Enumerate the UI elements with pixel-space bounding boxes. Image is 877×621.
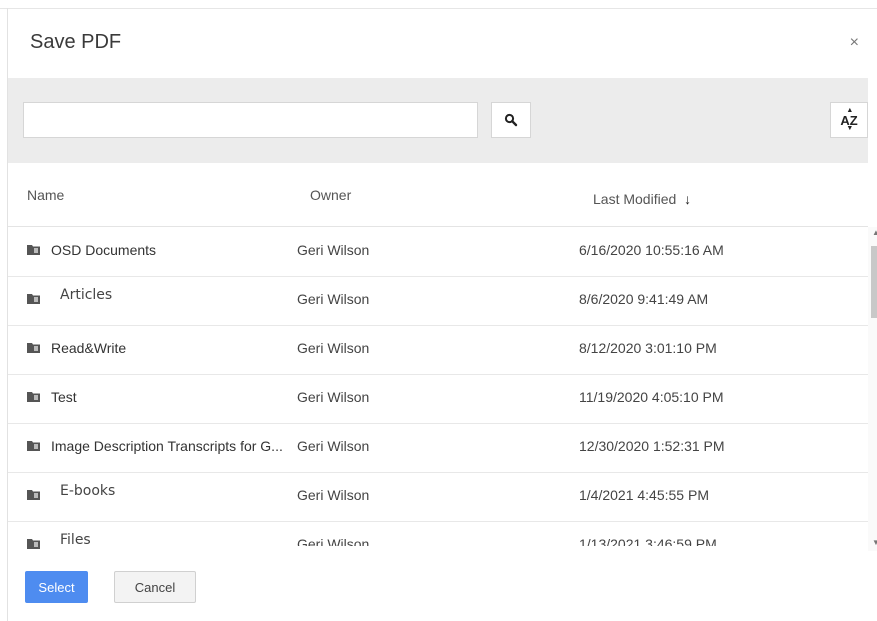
item-name: OSD Documents <box>51 242 157 258</box>
sort-alpha-icon: AZ ▲ ▼ <box>840 107 857 132</box>
item-owner: Geri Wilson <box>297 242 370 258</box>
item-name: E-books <box>60 483 116 499</box>
item-owner: Geri Wilson <box>297 389 370 405</box>
list-item[interactable]: Articles Geri Wilson 8/6/2020 9:41:49 AM <box>8 276 868 326</box>
item-modified: 12/30/2020 1:52:31 PM <box>579 438 725 454</box>
dialog-title: Save PDF <box>30 31 122 53</box>
search-input[interactable] <box>23 102 478 138</box>
item-owner: Geri Wilson <box>297 340 370 356</box>
item-modified: 8/12/2020 3:01:10 PM <box>579 340 717 356</box>
table-header: Name Owner Last Modified ↓ <box>8 163 868 227</box>
item-name: Articles <box>60 287 113 303</box>
column-header-owner[interactable]: Owner <box>310 187 351 203</box>
search-toolbar: AZ ▲ ▼ <box>8 78 868 163</box>
item-modified: 11/19/2020 4:05:10 PM <box>579 389 724 405</box>
item-name: Read&Write <box>51 340 127 356</box>
list-item[interactable]: OSD Documents Geri Wilson 6/16/2020 10:5… <box>8 227 868 277</box>
file-list: OSD Documents Geri Wilson 6/16/2020 10:5… <box>8 227 868 551</box>
sort-down-caret: ▼ <box>846 124 854 132</box>
search-icon <box>504 113 518 127</box>
top-strip <box>0 0 877 9</box>
folder-icon <box>27 441 40 451</box>
scroll-up-arrow-icon[interactable]: ▲ <box>872 228 877 237</box>
folder-icon <box>27 490 40 500</box>
scrollbar-thumb[interactable] <box>871 246 877 318</box>
close-button[interactable]: × <box>850 34 859 52</box>
list-item[interactable]: Test Geri Wilson 11/19/2020 4:05:10 PM <box>8 374 868 424</box>
folder-icon <box>27 392 40 402</box>
select-button[interactable]: Select <box>25 571 88 603</box>
item-name: Test <box>51 389 77 405</box>
column-header-name[interactable]: Name <box>27 187 64 203</box>
item-owner: Geri Wilson <box>297 438 370 454</box>
cancel-button[interactable]: Cancel <box>114 571 196 603</box>
search-button[interactable] <box>491 102 531 138</box>
sort-descending-icon: ↓ <box>684 191 692 207</box>
sort-up-caret: ▲ <box>846 106 854 114</box>
column-header-last-modified[interactable]: Last Modified ↓ <box>593 191 691 207</box>
column-header-last-modified-label: Last Modified <box>593 191 677 207</box>
item-modified: 8/6/2020 9:41:49 AM <box>579 291 709 307</box>
folder-icon <box>27 539 40 549</box>
list-item[interactable]: Read&Write Geri Wilson 8/12/2020 3:01:10… <box>8 325 868 375</box>
folder-icon <box>27 294 40 304</box>
dialog-footer: Select Cancel <box>8 551 877 621</box>
list-item[interactable]: Image Description Transcripts for G... G… <box>8 423 868 473</box>
item-name: Files <box>60 532 91 548</box>
sort-button[interactable]: AZ ▲ ▼ <box>830 102 868 138</box>
folder-icon <box>27 343 40 353</box>
item-modified: 1/4/2021 4:45:55 PM <box>579 487 709 503</box>
scroll-down-arrow-icon[interactable]: ▼ <box>872 538 877 547</box>
item-modified: 6/16/2020 10:55:16 AM <box>579 242 724 258</box>
item-owner: Geri Wilson <box>297 487 370 503</box>
list-item[interactable]: E-books Geri Wilson 1/4/2021 4:45:55 PM <box>8 472 868 522</box>
item-name: Image Description Transcripts for G... <box>51 438 283 454</box>
folder-icon <box>27 245 40 255</box>
item-owner: Geri Wilson <box>297 291 370 307</box>
